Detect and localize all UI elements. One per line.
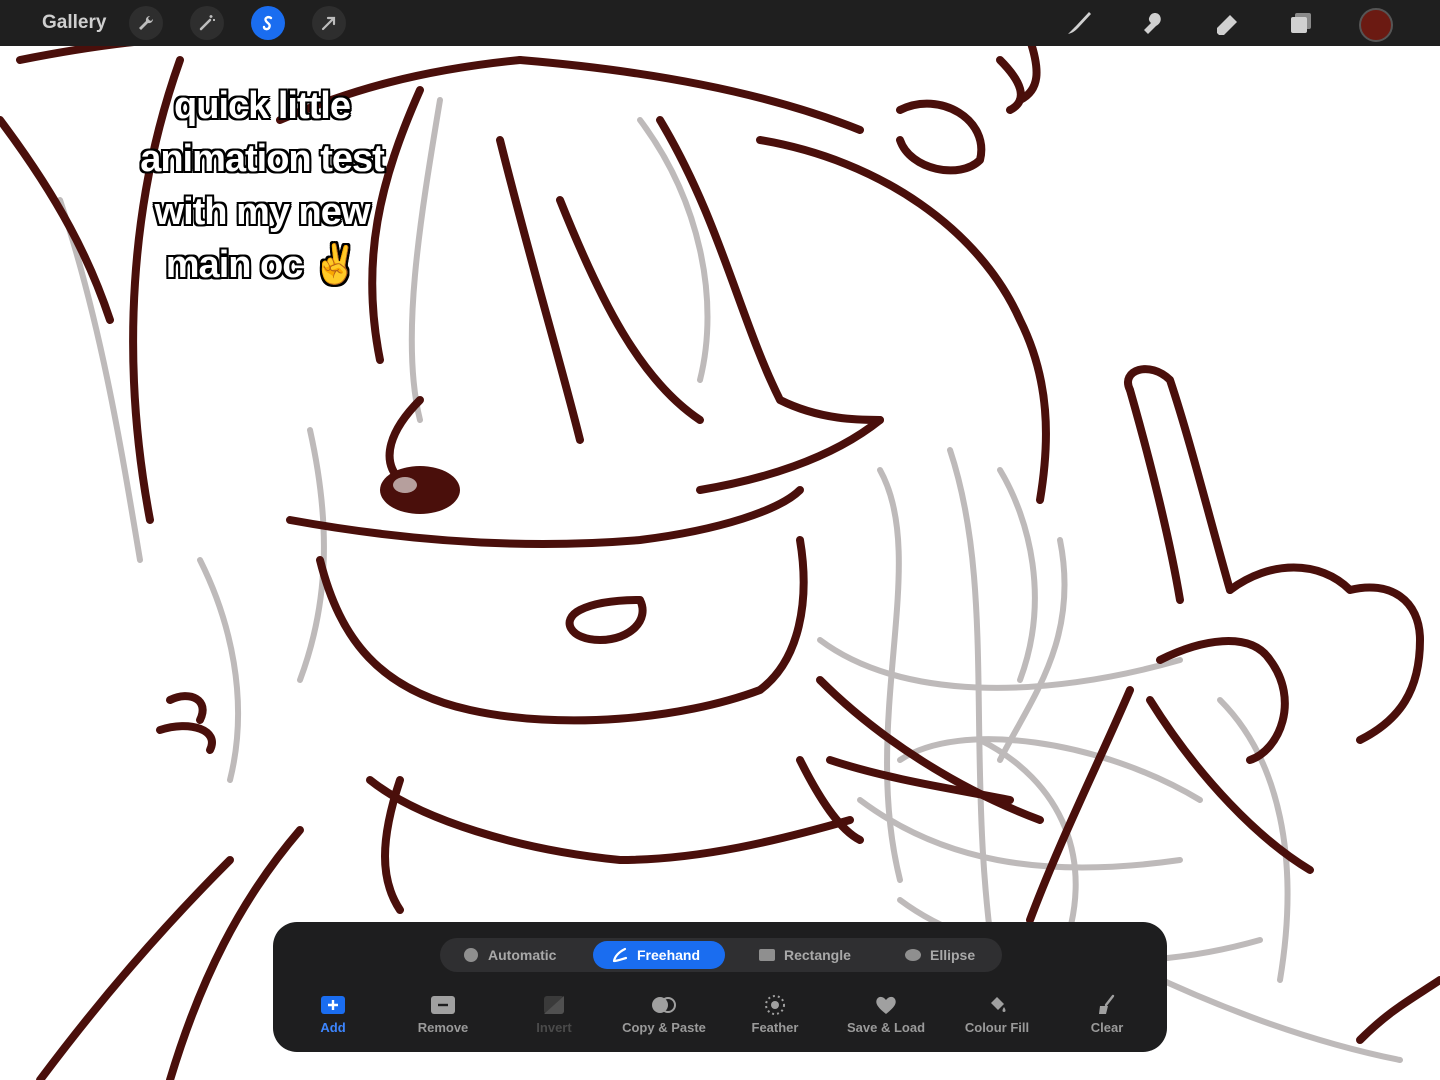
- caption-line: main oc ✌️: [165, 244, 359, 286]
- gallery-button[interactable]: Gallery: [42, 12, 106, 34]
- action-label: Feather: [751, 1020, 799, 1035]
- freehand-icon: [612, 947, 628, 963]
- add-icon: [283, 994, 383, 1016]
- copy-paste-icon: [614, 994, 714, 1016]
- colour-swatch[interactable]: [1359, 8, 1393, 42]
- action-label: Copy & Paste: [622, 1020, 706, 1035]
- mode-label: Freehand: [637, 947, 701, 963]
- feather-button[interactable]: Feather: [725, 994, 825, 1035]
- colour-fill-icon: [947, 994, 1047, 1016]
- brush-icon[interactable]: [1062, 6, 1096, 40]
- wrench-icon[interactable]: [129, 6, 163, 40]
- heart-icon: [836, 994, 936, 1016]
- rectangle-icon: [759, 949, 775, 961]
- mode-ellipse[interactable]: Ellipse: [898, 941, 1004, 969]
- action-label: Add: [320, 1020, 346, 1035]
- eraser-icon[interactable]: [1210, 6, 1244, 40]
- smudge-icon[interactable]: [1136, 6, 1170, 40]
- action-label: Save & Load: [846, 1020, 926, 1035]
- mode-label: Automatic: [488, 947, 557, 963]
- remove-icon: [393, 994, 493, 1016]
- selection-mode-bar: Automatic Freehand Rectangle Ellipse: [440, 938, 1002, 972]
- mode-rectangle[interactable]: Rectangle: [750, 941, 878, 969]
- action-label: Clear: [1090, 1020, 1124, 1035]
- invert-icon: [504, 994, 604, 1016]
- dot-icon: [464, 948, 478, 962]
- feather-icon: [725, 994, 825, 1016]
- caption-line: animation test: [140, 138, 385, 180]
- action-label: Invert: [536, 1020, 572, 1035]
- selection-panel: Automatic Freehand Rectangle Ellipse Add…: [273, 922, 1167, 1052]
- transform-arrow-icon[interactable]: [312, 6, 346, 40]
- mode-freehand[interactable]: Freehand: [593, 941, 725, 969]
- layers-icon[interactable]: [1284, 6, 1318, 40]
- remove-button[interactable]: Remove: [393, 994, 493, 1035]
- action-label: Colour Fill: [964, 1020, 1030, 1035]
- action-label: Remove: [417, 1020, 469, 1035]
- clear-button[interactable]: Clear: [1057, 994, 1157, 1035]
- clear-icon: [1057, 994, 1157, 1016]
- selection-icon[interactable]: [251, 6, 285, 40]
- caption-line: with my new: [154, 191, 371, 233]
- add-button[interactable]: Add: [283, 994, 383, 1035]
- video-caption: quick little animation test with my new …: [100, 80, 424, 292]
- save-load-button[interactable]: Save & Load: [836, 994, 936, 1035]
- mode-label: Ellipse: [930, 947, 976, 963]
- colour-fill-button[interactable]: Colour Fill: [947, 994, 1047, 1035]
- mode-automatic[interactable]: Automatic: [448, 941, 582, 969]
- ellipse-icon: [905, 949, 921, 961]
- top-toolbar: Gallery: [0, 0, 1440, 46]
- invert-button[interactable]: Invert: [504, 994, 604, 1035]
- magic-wand-icon[interactable]: [190, 6, 224, 40]
- caption-line: quick little: [174, 85, 351, 127]
- mode-label: Rectangle: [784, 947, 851, 963]
- copy-paste-button[interactable]: Copy & Paste: [614, 994, 714, 1035]
